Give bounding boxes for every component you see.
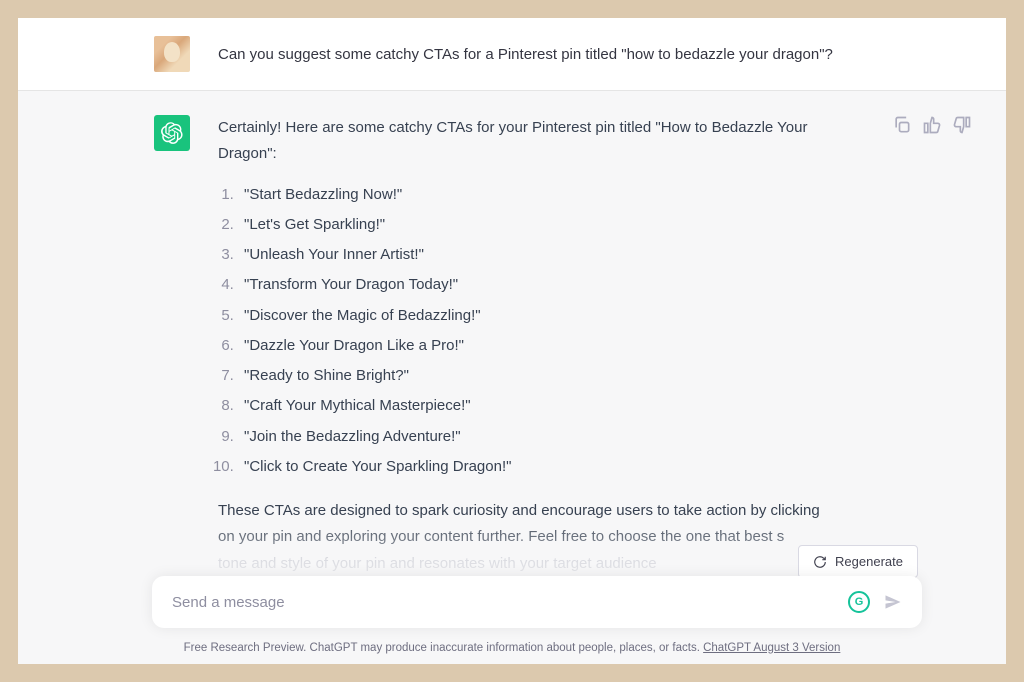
user-avatar bbox=[154, 36, 190, 72]
list-item: "Let's Get Sparkling!" bbox=[238, 212, 858, 238]
grammarly-icon[interactable] bbox=[848, 591, 870, 613]
list-item: "Join the Bedazzling Adventure!" bbox=[238, 424, 858, 450]
list-item: "Start Bedazzling Now!" bbox=[238, 182, 858, 208]
openai-icon bbox=[161, 122, 183, 144]
footer-text: Free Research Preview. ChatGPT may produ… bbox=[184, 642, 703, 654]
thumbs-down-icon[interactable] bbox=[952, 115, 972, 135]
user-message-row: Can you suggest some catchy CTAs for a P… bbox=[18, 18, 1006, 91]
cta-list: "Start Bedazzling Now!" "Let's Get Spark… bbox=[218, 182, 858, 481]
list-item: "Ready to Shine Bright?" bbox=[238, 363, 858, 389]
assistant-outro: These CTAs are designed to spark curiosi… bbox=[218, 498, 858, 577]
list-item: "Click to Create Your Sparkling Dragon!" bbox=[238, 454, 858, 480]
list-item: "Discover the Magic of Bedazzling!" bbox=[238, 303, 858, 329]
list-item: "Unleash Your Inner Artist!" bbox=[238, 242, 858, 268]
message-actions bbox=[892, 115, 972, 135]
footer-disclaimer: Free Research Preview. ChatGPT may produ… bbox=[18, 642, 1006, 654]
refresh-icon bbox=[813, 555, 827, 569]
send-icon bbox=[883, 592, 903, 612]
version-link[interactable]: ChatGPT August 3 Version bbox=[703, 642, 840, 654]
user-message-text: Can you suggest some catchy CTAs for a P… bbox=[218, 46, 833, 63]
assistant-message-content: Certainly! Here are some catchy CTAs for… bbox=[218, 115, 858, 640]
message-input-bar bbox=[152, 576, 922, 628]
chat-app: Can you suggest some catchy CTAs for a P… bbox=[18, 18, 1006, 664]
copy-icon[interactable] bbox=[892, 115, 912, 135]
send-button[interactable] bbox=[878, 587, 908, 617]
assistant-avatar bbox=[154, 115, 190, 151]
list-item: "Craft Your Mythical Masterpiece!" bbox=[238, 393, 858, 419]
list-item: "Dazzle Your Dragon Like a Pro!" bbox=[238, 333, 858, 359]
message-input[interactable] bbox=[172, 594, 848, 611]
regenerate-label: Regenerate bbox=[835, 554, 903, 569]
thumbs-up-icon[interactable] bbox=[922, 115, 942, 135]
regenerate-button[interactable]: Regenerate bbox=[798, 545, 918, 578]
list-item: "Transform Your Dragon Today!" bbox=[238, 272, 858, 298]
assistant-intro: Certainly! Here are some catchy CTAs for… bbox=[218, 115, 858, 168]
